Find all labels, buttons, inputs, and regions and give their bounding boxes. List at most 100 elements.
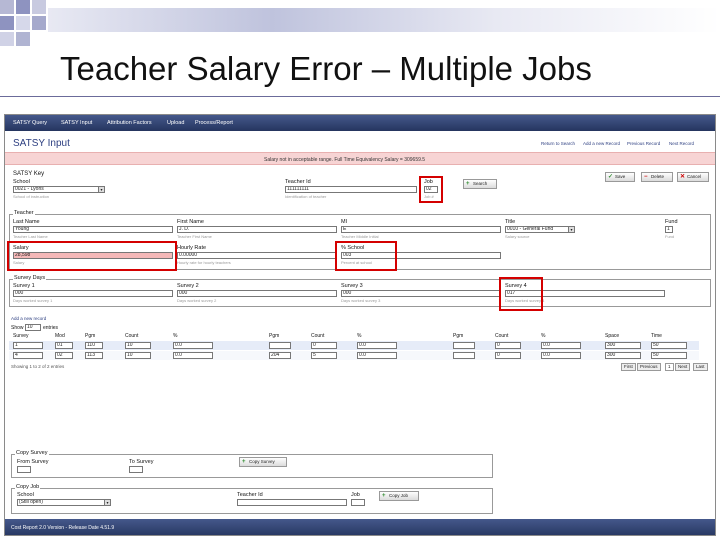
row-1-count-1[interactable]: 10 xyxy=(125,342,151,349)
pagination-first[interactable]: First xyxy=(621,363,636,371)
nav-tab-upload[interactable]: Upload xyxy=(167,120,184,126)
row-2-space[interactable]: 300 xyxy=(605,352,641,359)
row-2-pct-3[interactable]: 0.0 xyxy=(541,352,581,359)
add-new-record-link[interactable]: Add a new Record xyxy=(583,141,620,146)
job-highlight-box xyxy=(419,176,443,203)
school-select[interactable]: 0021 - Lyons ▾ xyxy=(13,186,105,193)
chevron-down-icon: ▾ xyxy=(98,187,104,192)
plus-icon: + xyxy=(242,459,246,465)
pagination-page-1[interactable]: 1 xyxy=(665,363,674,371)
copy-job-school-value: (Still open) xyxy=(19,499,43,505)
mi-input[interactable]: E xyxy=(341,226,501,233)
row-2-pgm-1[interactable]: 113 xyxy=(85,352,103,359)
col-header-survey[interactable]: Survey xyxy=(13,333,29,339)
survey-1-input[interactable]: 000 xyxy=(13,290,173,297)
show-entries-select[interactable]: 10 xyxy=(25,324,41,331)
first-name-input[interactable]: J. D. xyxy=(177,226,337,233)
teacher-id-input[interactable]: 111111111 xyxy=(285,186,417,193)
row-2-survey[interactable]: 4 xyxy=(13,352,43,359)
row-1-pgm-2[interactable] xyxy=(269,342,291,349)
search-button-label: Search xyxy=(473,181,488,186)
row-1-time[interactable]: 50 xyxy=(651,342,687,349)
title-select[interactable]: 0010 - General Fund ▾ xyxy=(505,226,575,233)
copy-job-teacher-id-input[interactable] xyxy=(237,499,347,506)
col-header-pgm-2[interactable]: Pgm xyxy=(269,333,279,339)
nav-tab-attribution-factors[interactable]: Attribution Factors xyxy=(107,120,152,126)
row-2-count-1[interactable]: 10 xyxy=(125,352,151,359)
col-header-time[interactable]: Time xyxy=(651,333,662,339)
row-1-count-3[interactable]: 0 xyxy=(495,342,521,349)
pagination-next[interactable]: Next xyxy=(675,363,691,371)
row-2-pct-1[interactable]: 0.0 xyxy=(173,352,213,359)
row-1-space[interactable]: 300 xyxy=(605,342,641,349)
col-header-pgm-3[interactable]: Pgm xyxy=(453,333,463,339)
cancel-button[interactable]: ✕ Cancel xyxy=(677,172,709,182)
chevron-down-icon: ▾ xyxy=(104,500,110,505)
from-survey-label: From Survey xyxy=(17,459,49,465)
return-to-search-link[interactable]: Return to Search xyxy=(541,141,575,146)
from-survey-input[interactable] xyxy=(17,466,31,473)
check-icon: ✓ xyxy=(608,174,614,180)
survey-2-label: Survey 2 xyxy=(177,283,199,289)
nav-tab-process-report[interactable]: Process/Report xyxy=(195,120,233,126)
pagination-last[interactable]: Last xyxy=(693,363,708,371)
survey-2-input[interactable]: 000 xyxy=(177,290,337,297)
row-2-time[interactable]: 50 xyxy=(651,352,687,359)
minus-icon: − xyxy=(644,174,648,180)
first-name-hint: Teacher First Name xyxy=(177,234,212,239)
row-1-pct-2[interactable]: 0.0 xyxy=(357,342,397,349)
copy-job-button-label: Copy Job xyxy=(389,493,409,498)
row-2-pgm-3[interactable] xyxy=(453,352,475,359)
survey-4-highlight-box xyxy=(499,277,543,311)
top-gradient-band xyxy=(48,8,720,32)
copy-survey-button[interactable]: + Copy Survey xyxy=(239,457,287,467)
row-2-mod[interactable]: 02 xyxy=(55,352,73,359)
pagination-previous[interactable]: Previous xyxy=(637,363,661,371)
col-header-pgm-1[interactable]: Pgm xyxy=(85,333,95,339)
survey-days-legend: Survey Days xyxy=(13,275,47,281)
hourly-rate-input[interactable]: 0.00000 xyxy=(177,252,337,259)
copy-job-button[interactable]: + Copy Job xyxy=(379,491,419,501)
col-header-pct-2[interactable]: % xyxy=(357,333,361,339)
row-2-pct-2[interactable]: 0.0 xyxy=(357,352,397,359)
error-banner: Salary not in acceptable range. Full Tim… xyxy=(5,152,715,165)
copy-job-school-select[interactable]: (Still open) ▾ xyxy=(17,499,111,506)
copy-job-job-input[interactable] xyxy=(351,499,365,506)
col-header-pct-3[interactable]: % xyxy=(541,333,545,339)
to-survey-input[interactable] xyxy=(129,466,143,473)
row-1-count-2[interactable]: 0 xyxy=(311,342,337,349)
previous-record-link[interactable]: Previous Record xyxy=(627,141,660,146)
delete-button[interactable]: − Delete xyxy=(641,172,673,182)
footer-version-text: Cost Report 2.0 Version - Release Date 4… xyxy=(11,525,115,531)
add-new-record-table-link[interactable]: Add a new record xyxy=(11,316,46,321)
row-2-count-2[interactable]: 5 xyxy=(311,352,337,359)
survey-1-label: Survey 1 xyxy=(13,283,35,289)
col-header-pct-1[interactable]: % xyxy=(173,333,177,339)
row-2-pgm-2[interactable]: 204 xyxy=(269,352,291,359)
last-name-input[interactable]: Young xyxy=(13,226,173,233)
row-2-count-3[interactable]: 0 xyxy=(495,352,521,359)
row-1-pgm-3[interactable] xyxy=(453,342,475,349)
row-1-survey[interactable]: 1 xyxy=(13,342,43,349)
title-select-hint: Salary source xyxy=(505,234,530,239)
table-row[interactable] xyxy=(9,341,699,350)
col-header-count-1[interactable]: Count xyxy=(125,333,138,339)
teacher-id-label: Teacher Id xyxy=(285,179,311,185)
col-header-count-3[interactable]: Count xyxy=(495,333,508,339)
col-header-mod[interactable]: Mod xyxy=(55,333,65,339)
table-row[interactable] xyxy=(9,351,699,360)
search-button[interactable]: + Search xyxy=(463,179,497,189)
fund-input[interactable]: 1 xyxy=(665,226,673,233)
nav-tab-satsy-query[interactable]: SATSY Query xyxy=(13,120,47,126)
row-1-pct-1[interactable]: 0.0 xyxy=(173,342,213,349)
col-header-space[interactable]: Space xyxy=(605,333,619,339)
title-divider xyxy=(0,96,720,97)
row-1-pct-3[interactable]: 0.0 xyxy=(541,342,581,349)
survey-3-input[interactable]: 000 xyxy=(341,290,501,297)
col-header-count-2[interactable]: Count xyxy=(311,333,324,339)
row-1-pgm-1[interactable]: 110 xyxy=(85,342,103,349)
next-record-link[interactable]: Next Record xyxy=(669,141,694,146)
row-1-mod[interactable]: 01 xyxy=(55,342,73,349)
save-button[interactable]: ✓ Save xyxy=(605,172,635,182)
nav-tab-satsy-input[interactable]: SATSY Input xyxy=(61,120,92,126)
